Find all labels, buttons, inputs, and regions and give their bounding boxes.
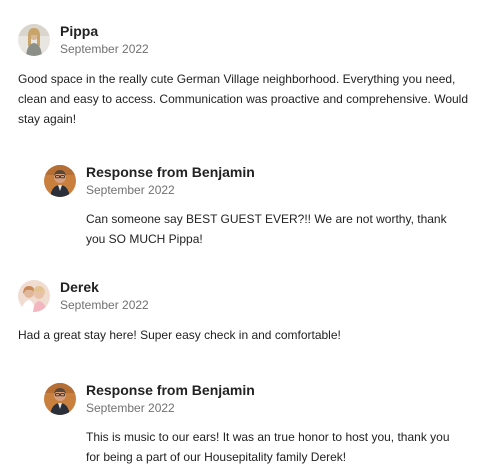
response-text: Can someone say BEST GUEST EVER?!! We ar… (86, 212, 447, 246)
review-derek: Derek September 2022 Had a great stay he… (18, 278, 469, 345)
person-avatar-icon (18, 23, 50, 56)
review-text: Good space in the really cute German Vil… (18, 72, 469, 126)
response-header: Response from Benjamin September 2022 (44, 381, 465, 416)
review-pippa: Pippa September 2022 Good space in the r… (18, 22, 469, 129)
review-header: Pippa September 2022 (18, 22, 469, 57)
reviewer-name: Derek (60, 279, 99, 295)
response-title: Response from Benjamin (86, 382, 255, 398)
review-header: Derek September 2022 (18, 278, 469, 313)
response-date: September 2022 (86, 183, 175, 197)
host-avatar-icon (44, 164, 76, 197)
review-text: Had a great stay here! Super easy check … (18, 328, 341, 342)
review-date: September 2022 (60, 42, 149, 56)
response-title: Response from Benjamin (86, 164, 255, 180)
avatar[interactable] (44, 164, 76, 197)
avatar[interactable] (44, 382, 76, 415)
response-date: September 2022 (86, 401, 175, 415)
response-text: This is music to our ears! It was an tru… (86, 430, 450, 464)
host-avatar-icon (44, 382, 76, 415)
host-response: Response from Benjamin September 2022 Th… (44, 381, 465, 467)
review-date: September 2022 (60, 298, 149, 312)
avatar[interactable] (18, 23, 50, 56)
reviewer-name: Pippa (60, 23, 99, 39)
host-response: Response from Benjamin September 2022 Ca… (44, 163, 465, 249)
avatar[interactable] (18, 279, 50, 312)
person-avatar-icon (18, 279, 50, 312)
response-header: Response from Benjamin September 2022 (44, 163, 465, 198)
